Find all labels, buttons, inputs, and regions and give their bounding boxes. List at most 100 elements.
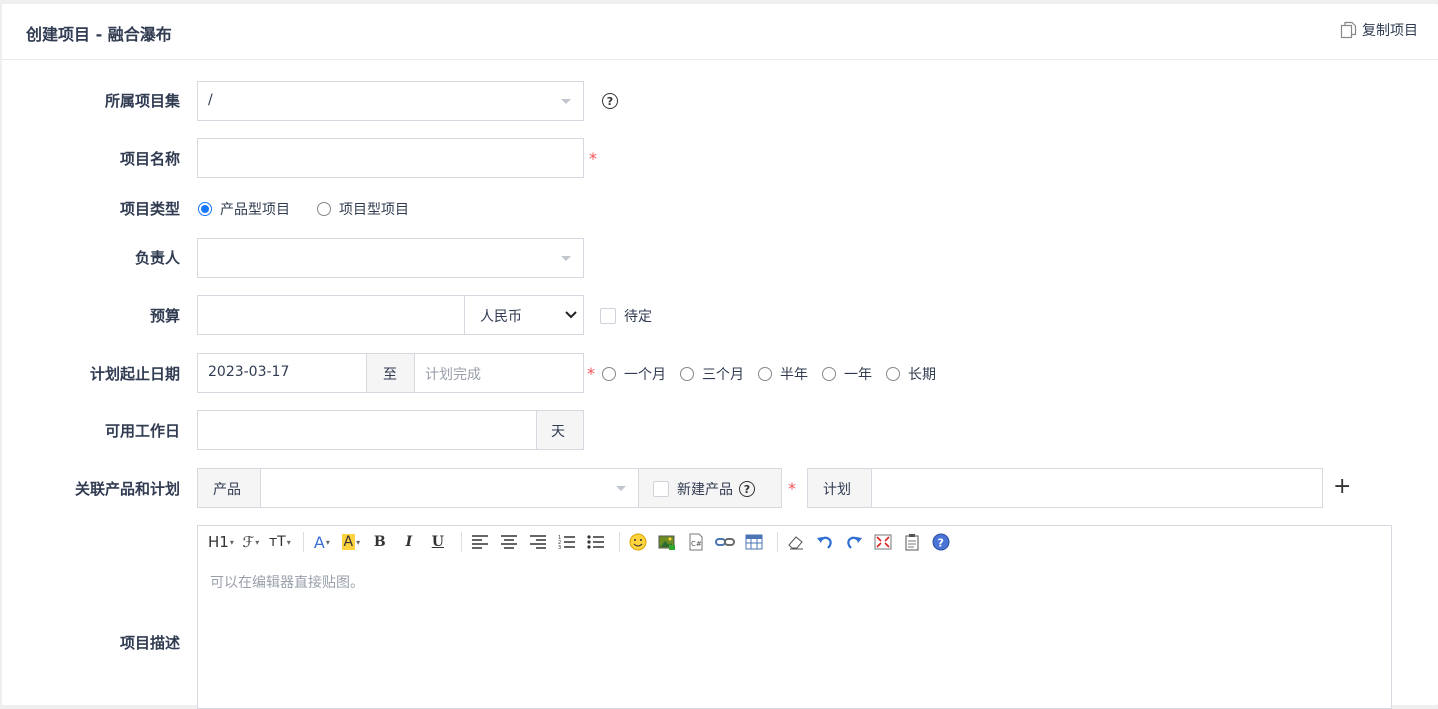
toolbar-separator: [776, 532, 778, 552]
underline-icon: U: [431, 534, 444, 550]
ordered-list-icon: 123: [558, 535, 575, 550]
toolbar-separator: [618, 532, 620, 552]
budget-label: 预算: [149, 307, 180, 325]
link-button[interactable]: [713, 531, 737, 553]
align-left-icon: [471, 535, 488, 549]
project-name-input[interactable]: [197, 138, 584, 178]
unordered-list-button[interactable]: [584, 531, 608, 553]
toolbar-separator: [460, 532, 462, 552]
chevron-down-icon: [561, 99, 571, 104]
back-color-button[interactable]: A ▾: [339, 531, 363, 553]
budget-input[interactable]: [197, 295, 465, 335]
radio-checked-icon[interactable]: [198, 202, 212, 216]
fullscreen-icon: [874, 534, 892, 550]
quick-date-1m[interactable]: 一个月: [624, 364, 666, 384]
undo-button[interactable]: [813, 531, 837, 553]
help-icon[interactable]: ?: [602, 93, 618, 109]
checkbox-icon[interactable]: [600, 308, 616, 324]
copy-icon: [1340, 21, 1357, 39]
quick-date-1y[interactable]: 一年: [844, 364, 872, 384]
code-button[interactable]: C#: [684, 531, 708, 553]
font-size-icon: тT: [268, 534, 286, 550]
align-left-button[interactable]: [468, 531, 492, 553]
svg-text:C#: C#: [691, 540, 702, 548]
font-size-button[interactable]: тT ▾: [268, 531, 292, 553]
quick-date-long[interactable]: 长期: [908, 364, 936, 384]
product-addon-text: 产品: [213, 482, 241, 498]
radio-unchecked-icon[interactable]: [602, 367, 616, 381]
owner-select[interactable]: [197, 238, 584, 278]
checkbox-icon[interactable]: [653, 481, 669, 497]
eraser-icon: [788, 536, 803, 550]
radio-unchecked-icon[interactable]: [822, 367, 836, 381]
quick-date-3m[interactable]: 三个月: [702, 364, 744, 384]
chevron-down-icon: [565, 311, 577, 319]
redo-button[interactable]: [842, 531, 866, 553]
help-button[interactable]: ?: [929, 531, 953, 553]
add-product-icon[interactable]: +: [1333, 474, 1351, 499]
page-header: 创建项目 - 融合瀑布 复制项目: [2, 4, 1438, 60]
help-icon[interactable]: ?: [739, 481, 755, 497]
new-product-addon: 新建产品 ?: [638, 468, 782, 508]
table-button[interactable]: [742, 531, 766, 553]
begin-date-input[interactable]: 2023-03-17: [197, 353, 367, 393]
workdays-unit: 天: [551, 424, 565, 440]
fore-color-button[interactable]: A ▾: [310, 531, 334, 553]
required-mark: *: [788, 479, 796, 498]
type-option-project: 项目型项目: [339, 202, 409, 218]
unordered-list-icon: [587, 535, 604, 549]
bold-icon: B: [373, 534, 386, 550]
radio-unchecked-icon[interactable]: [317, 202, 331, 216]
program-label: 所属项目集: [104, 92, 180, 110]
code-icon: C#: [689, 533, 703, 551]
date-to-addon: 至: [366, 353, 415, 393]
radio-unchecked-icon[interactable]: [680, 367, 694, 381]
ordered-list-button[interactable]: 123: [555, 531, 579, 553]
italic-button[interactable]: I: [397, 531, 421, 553]
type-radio-project[interactable]: 项目型项目: [317, 199, 409, 219]
type-option-product: 产品型项目: [220, 202, 290, 218]
clear-format-button[interactable]: [784, 531, 808, 553]
product-select[interactable]: [260, 468, 639, 508]
type-radio-product[interactable]: 产品型项目: [198, 199, 290, 219]
radio-unchecked-icon[interactable]: [886, 367, 900, 381]
emoticon-button[interactable]: [626, 531, 650, 553]
description-editor[interactable]: 可以在编辑器直接贴图。: [197, 558, 1392, 709]
new-product-label: 新建产品: [677, 482, 733, 498]
align-center-icon: [500, 535, 517, 549]
font-family-button[interactable]: ℱ ▾: [239, 531, 263, 553]
bold-button[interactable]: B: [368, 531, 392, 553]
undo-icon: [816, 536, 832, 549]
workdays-label: 可用工作日: [104, 422, 180, 440]
heading-button[interactable]: H1 ▾: [208, 531, 234, 553]
clipboard-icon: [905, 534, 919, 551]
new-product-checkbox[interactable]: 新建产品 ?: [653, 479, 755, 499]
quick-date-group: 一个月 三个月 半年 一年 长期: [602, 364, 936, 384]
editor-placeholder: 可以在编辑器直接贴图。: [210, 575, 364, 591]
chevron-down-icon: [616, 486, 626, 491]
dates-label: 计划起止日期: [89, 365, 180, 383]
underline-button[interactable]: U: [426, 531, 450, 553]
owner-label: 负责人: [134, 249, 180, 267]
copy-project-button[interactable]: 复制项目: [1340, 20, 1418, 40]
help-circle-icon: ?: [932, 533, 950, 551]
highlight-icon: A: [341, 534, 356, 550]
currency-value: 人民币: [480, 309, 522, 325]
image-button[interactable]: [655, 531, 679, 553]
end-date-input[interactable]: 计划完成: [414, 353, 584, 393]
desc-label: 项目描述: [119, 634, 180, 652]
quick-date-6m[interactable]: 半年: [780, 364, 808, 384]
fullscreen-button[interactable]: [871, 531, 895, 553]
align-center-button[interactable]: [497, 531, 521, 553]
program-select[interactable]: /: [197, 81, 584, 121]
workdays-input[interactable]: [197, 410, 537, 450]
radio-unchecked-icon[interactable]: [758, 367, 772, 381]
currency-select[interactable]: 人民币: [464, 295, 584, 335]
paste-button[interactable]: [900, 531, 924, 553]
align-right-button[interactable]: [526, 531, 550, 553]
plan-addon: 计划: [807, 468, 872, 508]
required-mark: *: [587, 364, 595, 383]
page-title: 创建项目 - 融合瀑布: [26, 25, 172, 44]
plan-select[interactable]: [871, 468, 1323, 508]
budget-pending-checkbox[interactable]: 待定: [600, 306, 652, 326]
